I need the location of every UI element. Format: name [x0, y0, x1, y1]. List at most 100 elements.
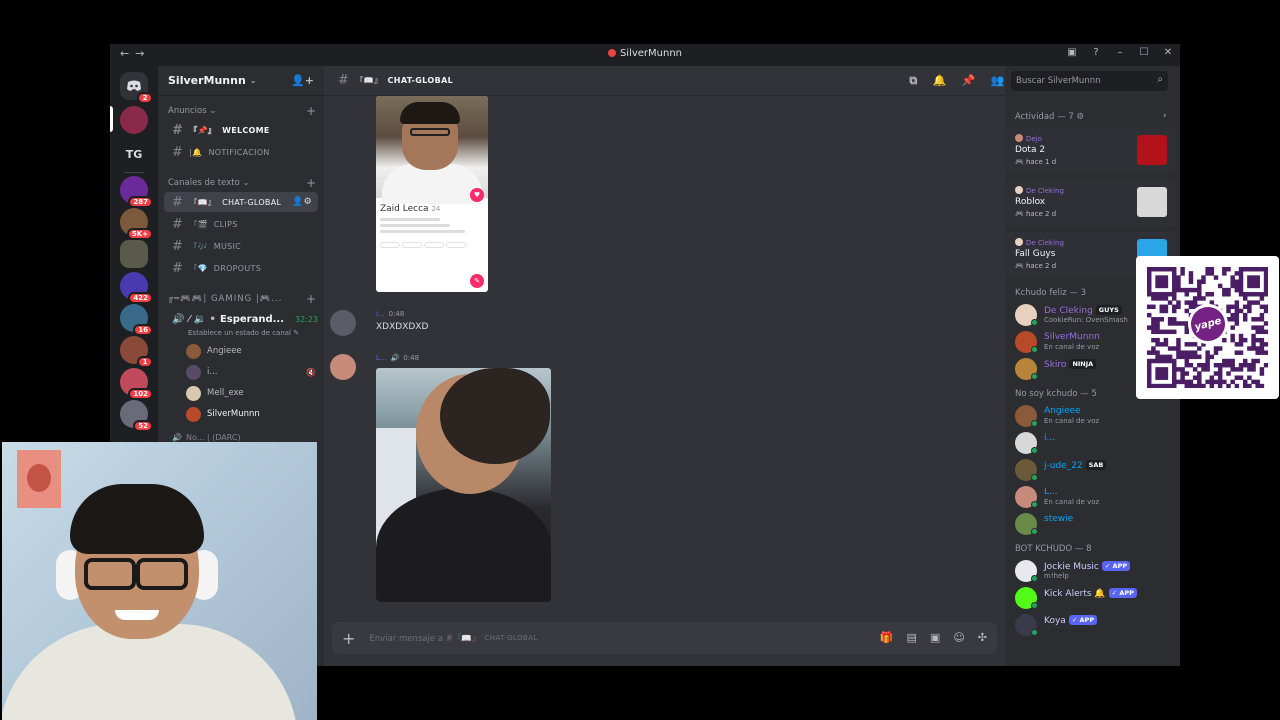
member-name: Angieee: [1044, 406, 1081, 416]
channel-prefix: 『📖』: [355, 76, 383, 85]
status-dot: [1031, 528, 1038, 535]
hash-icon: #: [172, 260, 184, 276]
chevron-right-icon[interactable]: ›: [1163, 111, 1166, 121]
roblox-icon: [1137, 187, 1167, 217]
voice-channel[interactable]: 🔊 ⁄ 🔉 • Esperand... 32:23: [172, 310, 322, 328]
add-attachment-icon[interactable]: +: [342, 629, 355, 648]
apps-icon[interactable]: ✣: [978, 631, 987, 644]
server-tg[interactable]: TG: [120, 140, 148, 168]
avatar: [330, 310, 356, 336]
add-channel-icon[interactable]: +: [306, 104, 316, 118]
add-channel-icon[interactable]: +: [306, 176, 316, 190]
member-group-header: Kchudo feliz — 3: [1015, 288, 1087, 298]
server-icon-6[interactable]: 422: [120, 272, 153, 304]
member-item[interactable]: L... En canal de voz: [1015, 484, 1175, 510]
server-icon: [607, 49, 616, 57]
message-text: XDXDXDXD: [376, 322, 429, 332]
inbox-icon[interactable]: ▣: [1066, 47, 1078, 58]
help-icon[interactable]: ?: [1090, 47, 1102, 58]
gif-icon[interactable]: ▤: [907, 631, 917, 644]
channel-notificacion[interactable]: # |🔔 NOTIFICACION: [164, 142, 318, 162]
server-silvermunnn[interactable]: [120, 106, 148, 134]
voice-user[interactable]: Mell_exe: [186, 384, 316, 402]
bell-icon[interactable]: 🔔: [933, 74, 947, 88]
search-input[interactable]: Buscar SilverMunnn ⌕: [1011, 71, 1168, 91]
voice-user[interactable]: SilverMunnn: [186, 405, 316, 423]
member-name: Kick Alerts 🔔: [1044, 589, 1106, 599]
gift-icon[interactable]: 🎁: [880, 631, 894, 644]
avatar: [1015, 238, 1023, 246]
child-photo-image[interactable]: [376, 368, 551, 602]
window-controls: ▣ ? – ☐ ✕: [1066, 47, 1174, 58]
member-name: Jockie Music: [1044, 562, 1099, 572]
server-icon-4[interactable]: 5K+: [120, 208, 153, 240]
home-button[interactable]: 2: [120, 72, 153, 104]
sticker-icon[interactable]: ▣: [930, 631, 940, 644]
category-text[interactable]: Canales de texto ⌄ +: [168, 176, 316, 190]
status-dot: [1031, 629, 1038, 636]
server-icon-5[interactable]: [120, 240, 148, 268]
member-item[interactable]: i...: [1015, 430, 1175, 456]
pin-icon[interactable]: 📌: [962, 74, 976, 88]
avatar: [186, 343, 201, 359]
voice-user[interactable]: i... 🔇: [186, 363, 316, 381]
voice-user[interactable]: Angieee: [186, 342, 316, 360]
member-status: En canal de voz: [1044, 417, 1100, 425]
member-item[interactable]: Jockie Music ✓ APP m!help: [1015, 558, 1175, 584]
threads-icon[interactable]: ⧉: [909, 74, 917, 88]
member-item[interactable]: Koya ✓ APP: [1015, 612, 1175, 638]
hash-icon: #: [172, 194, 184, 210]
activity-header[interactable]: Actividad — 7 ⚙ ›: [1015, 111, 1166, 122]
category-gaming[interactable]: ╔═🎮🎮| GAMING |🎮... +: [168, 292, 316, 306]
channel-clips[interactable]: # 『🎬 CLIPS: [164, 214, 318, 234]
profile-screenshot-image[interactable]: ♥ Zaid Lecca 24 ✎: [376, 96, 488, 292]
channel-chat-global[interactable]: # 『📖』 CHAT-GLOBAL 👤⚙: [164, 192, 318, 212]
member-item[interactable]: Kick Alerts 🔔 ✓ APP: [1015, 585, 1175, 611]
activity-card[interactable]: De Cleking Roblox 🎮 hace 2 d: [1005, 180, 1175, 226]
status-dot: [1031, 346, 1038, 353]
member-item[interactable]: j-ude_22 SAB: [1015, 457, 1175, 483]
minimize-button[interactable]: –: [1114, 47, 1126, 58]
emoji-icon[interactable]: ☺: [953, 631, 964, 644]
channel-welcome[interactable]: # 『📌』 WELCOME: [164, 120, 318, 140]
server-icon-8[interactable]: 1: [120, 336, 153, 368]
channel-dropouts[interactable]: # 『💎 DROPOUTS: [164, 258, 318, 278]
search-icon: ⌕: [1157, 74, 1163, 85]
member-name: Koya: [1044, 616, 1066, 626]
rail-divider: [124, 172, 144, 173]
member-item[interactable]: Angieee En canal de voz: [1015, 403, 1175, 429]
add-channel-icon[interactable]: +: [306, 292, 317, 306]
guild-header[interactable]: SilverMunnn ⌄ 👤+: [158, 66, 324, 96]
voice-status[interactable]: Establece un estado de canal ✎: [188, 329, 299, 337]
channel-settings-icon[interactable]: 👤⚙: [292, 197, 312, 207]
channel-music[interactable]: # 『🎶 MUSIC: [164, 236, 318, 256]
activity-card[interactable]: Dejo Dota 2 🎮 hace 1 d: [1005, 128, 1175, 174]
unread-badge: 1: [137, 356, 153, 368]
webcam-overlay: [2, 442, 317, 720]
message-meta: L... 🔊 0:48: [376, 354, 420, 362]
member-group-header: No soy kchudo — 5: [1015, 389, 1097, 399]
status-dot: [1031, 420, 1038, 427]
unread-badge: 102: [128, 388, 153, 400]
category-anuncios[interactable]: Anuncios ⌄ +: [168, 104, 316, 118]
window-title: SilverMunnn: [110, 48, 1180, 59]
close-button[interactable]: ✕: [1162, 47, 1174, 58]
selected-server-pill: [110, 106, 113, 132]
message-input[interactable]: + Enviar mensaje a #『📖』 CHAT-GLOBAL 🎁 ▤ …: [332, 622, 997, 654]
server-icon-9[interactable]: 102: [120, 368, 153, 400]
members-icon[interactable]: 👥: [991, 74, 1005, 88]
unread-badge: 16: [133, 324, 153, 336]
server-icon-10[interactable]: 52: [120, 400, 153, 432]
member-name: L...: [1044, 487, 1058, 497]
member-name: Skiro: [1044, 360, 1067, 370]
invite-people-icon[interactable]: 👤+: [291, 74, 314, 87]
member-tag: NINJA: [1069, 359, 1097, 369]
server-icon-3[interactable]: 287: [120, 176, 153, 208]
avatar: [186, 406, 201, 422]
avatar: [1015, 186, 1023, 194]
member-item[interactable]: stewie: [1015, 511, 1175, 537]
maximize-button[interactable]: ☐: [1138, 47, 1150, 58]
profile-details: [380, 218, 480, 236]
server-icon-7[interactable]: 16: [120, 304, 153, 336]
member-group-header: BOT KCHUDO — 8: [1015, 544, 1092, 554]
